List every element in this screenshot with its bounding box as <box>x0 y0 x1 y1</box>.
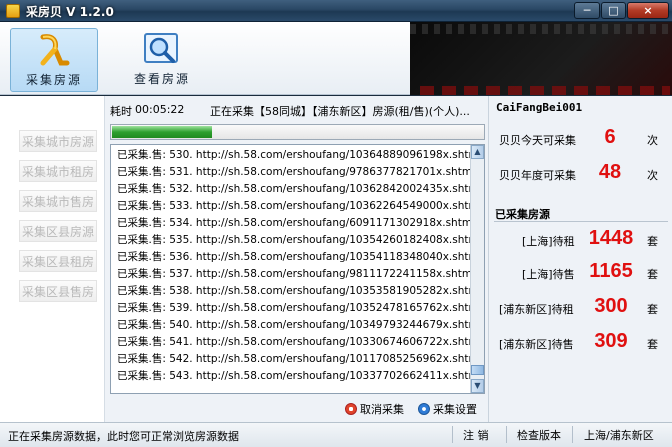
scrollbar-thumb[interactable] <box>471 365 484 375</box>
current-location: 上海/浦东新区 <box>584 429 654 442</box>
app-icon <box>6 4 20 18</box>
log-row: 已采集.售: 541. http://sh.58.com/ershoufang/… <box>117 336 482 348</box>
sidebar-item-collect-district-listings[interactable]: 采集区县房源 <box>19 220 97 242</box>
log-row: 已采集.售: 535. http://sh.58.com/ershoufang/… <box>117 234 482 246</box>
gear-icon <box>418 403 430 415</box>
divider <box>452 426 453 443</box>
log-row: 已采集.售: 537. http://sh.58.com/ershoufang/… <box>117 268 475 280</box>
title-bar: 采房贝 V 1.2.0 ─ □ × <box>0 0 672 22</box>
divider <box>494 221 668 222</box>
status-bar: 正在采集房源数据，此时您可正常浏览房源数据 注 销 检查版本 上海/浦东新区 <box>0 422 672 447</box>
log-row: 已采集.售: 543. http://sh.58.com/ershoufang/… <box>117 370 482 382</box>
pudong-rent-label: [浦东新区]待租 <box>499 303 574 316</box>
cancel-icon <box>345 403 357 415</box>
shanghai-sale-label: [上海]待售 <box>522 268 575 281</box>
banner-decoration-bottom <box>420 86 670 95</box>
cancel-collection-label: 取消采集 <box>360 403 404 416</box>
user-id: CaiFangBei001 <box>496 101 583 114</box>
shanghai-rent-unit: 套 <box>647 235 658 248</box>
log-row: 已采集.售: 531. http://sh.58.com/ershoufang/… <box>117 166 475 178</box>
banner-image <box>410 22 672 95</box>
collection-settings-button[interactable]: 采集设置 <box>418 401 477 417</box>
pudong-sale-value: 309 <box>594 330 628 352</box>
scroll-down-arrow-icon[interactable]: ▼ <box>471 379 484 393</box>
pudong-rent-value: 300 <box>594 295 628 317</box>
log-row: 已采集.售: 533. http://sh.58.com/ershoufang/… <box>117 200 482 212</box>
divider <box>506 426 507 443</box>
view-listings-label: 查看房源 <box>133 72 190 86</box>
banner-decoration-top <box>410 24 672 34</box>
log-row: 已采集.售: 530. http://sh.58.com/ershoufang/… <box>117 149 482 161</box>
year-quota-label: 贝贝年度可采集 <box>499 169 576 182</box>
today-quota-value: 6 <box>604 126 616 148</box>
sidebar: 采集城市房源 采集城市租房 采集城市售房 采集区县房源 采集区县租房 采集区县售… <box>0 96 105 422</box>
pudong-sale-label: [浦东新区]待售 <box>499 338 574 351</box>
collect-icon <box>40 34 70 66</box>
sidebar-item-collect-city-listings[interactable]: 采集城市房源 <box>19 130 97 152</box>
log-row: 已采集.售: 538. http://sh.58.com/ershoufang/… <box>117 285 482 297</box>
log-row: 已采集.售: 542. http://sh.58.com/ershoufang/… <box>117 353 482 365</box>
year-quota-value: 48 <box>598 161 622 183</box>
elapsed-time: 00:05:22 <box>135 103 185 116</box>
log-row: 已采集.售: 532. http://sh.58.com/ershoufang/… <box>117 183 482 195</box>
collect-listings-label: 采集房源 <box>25 73 82 87</box>
status-message: 正在采集房源数据，此时您可正常浏览房源数据 <box>8 430 239 443</box>
sidebar-item-collect-city-sales[interactable]: 采集城市售房 <box>19 190 97 212</box>
progress-fill <box>112 126 212 138</box>
year-quota-unit: 次 <box>647 169 658 182</box>
view-listings-button[interactable]: 查看房源 <box>118 28 206 92</box>
cancel-collection-button[interactable]: 取消采集 <box>345 401 404 417</box>
log-row: 已采集.售: 534. http://sh.58.com/ershoufang/… <box>117 217 475 229</box>
shanghai-sale-value: 1165 <box>589 260 633 282</box>
maximize-button[interactable]: □ <box>601 2 626 19</box>
scroll-up-arrow-icon[interactable]: ▲ <box>471 145 484 159</box>
sidebar-item-collect-city-rentals[interactable]: 采集城市租房 <box>19 160 97 182</box>
log-row: 已采集.售: 539. http://sh.58.com/ershoufang/… <box>117 302 482 314</box>
collect-listings-button[interactable]: 采集房源 <box>10 28 98 92</box>
progress-bar <box>110 124 485 140</box>
shanghai-rent-value: 1448 <box>588 227 634 249</box>
collected-listings-title: 已采集房源 <box>495 208 550 221</box>
log-row: 已采集.售: 540. http://sh.58.com/ershoufang/… <box>117 319 482 331</box>
sidebar-item-collect-district-rentals[interactable]: 采集区县租房 <box>19 250 97 272</box>
shanghai-sale-unit: 套 <box>647 268 658 281</box>
elapsed-label: 耗时 <box>110 105 132 118</box>
divider <box>572 426 573 443</box>
magnifier-icon <box>144 33 178 63</box>
close-button[interactable]: × <box>627 2 669 19</box>
collection-panel: 耗时 00:05:22 正在采集【58同城】【浦东新区】房源(租/售)(个人).… <box>105 96 488 422</box>
stats-panel: CaiFangBei001 贝贝今天可采集 6 次 贝贝年度可采集 48 次 已… <box>488 96 672 422</box>
pudong-sale-unit: 套 <box>647 338 658 351</box>
shanghai-rent-label: [上海]待租 <box>522 235 575 248</box>
collection-log-list[interactable]: 已采集.售: 530. http://sh.58.com/ershoufang/… <box>110 144 485 394</box>
check-version-link[interactable]: 检查版本 <box>517 427 561 443</box>
today-quota-label: 贝贝今天可采集 <box>499 134 576 147</box>
pudong-rent-unit: 套 <box>647 303 658 316</box>
logout-link[interactable]: 注 销 <box>463 427 489 443</box>
collection-status: 正在采集【58同城】【浦东新区】房源(租/售)(个人)... <box>210 105 470 118</box>
log-row: 已采集.售: 536. http://sh.58.com/ershoufang/… <box>117 251 482 263</box>
collection-settings-label: 采集设置 <box>433 403 477 416</box>
window-title: 采房贝 V 1.2.0 <box>26 5 114 19</box>
toolbar: 采集房源 查看房源 <box>0 22 410 95</box>
sidebar-item-collect-district-sales[interactable]: 采集区县售房 <box>19 280 97 302</box>
log-scrollbar[interactable]: ▲ ▼ <box>470 145 484 393</box>
today-quota-unit: 次 <box>647 134 658 147</box>
minimize-button[interactable]: ─ <box>574 2 600 19</box>
